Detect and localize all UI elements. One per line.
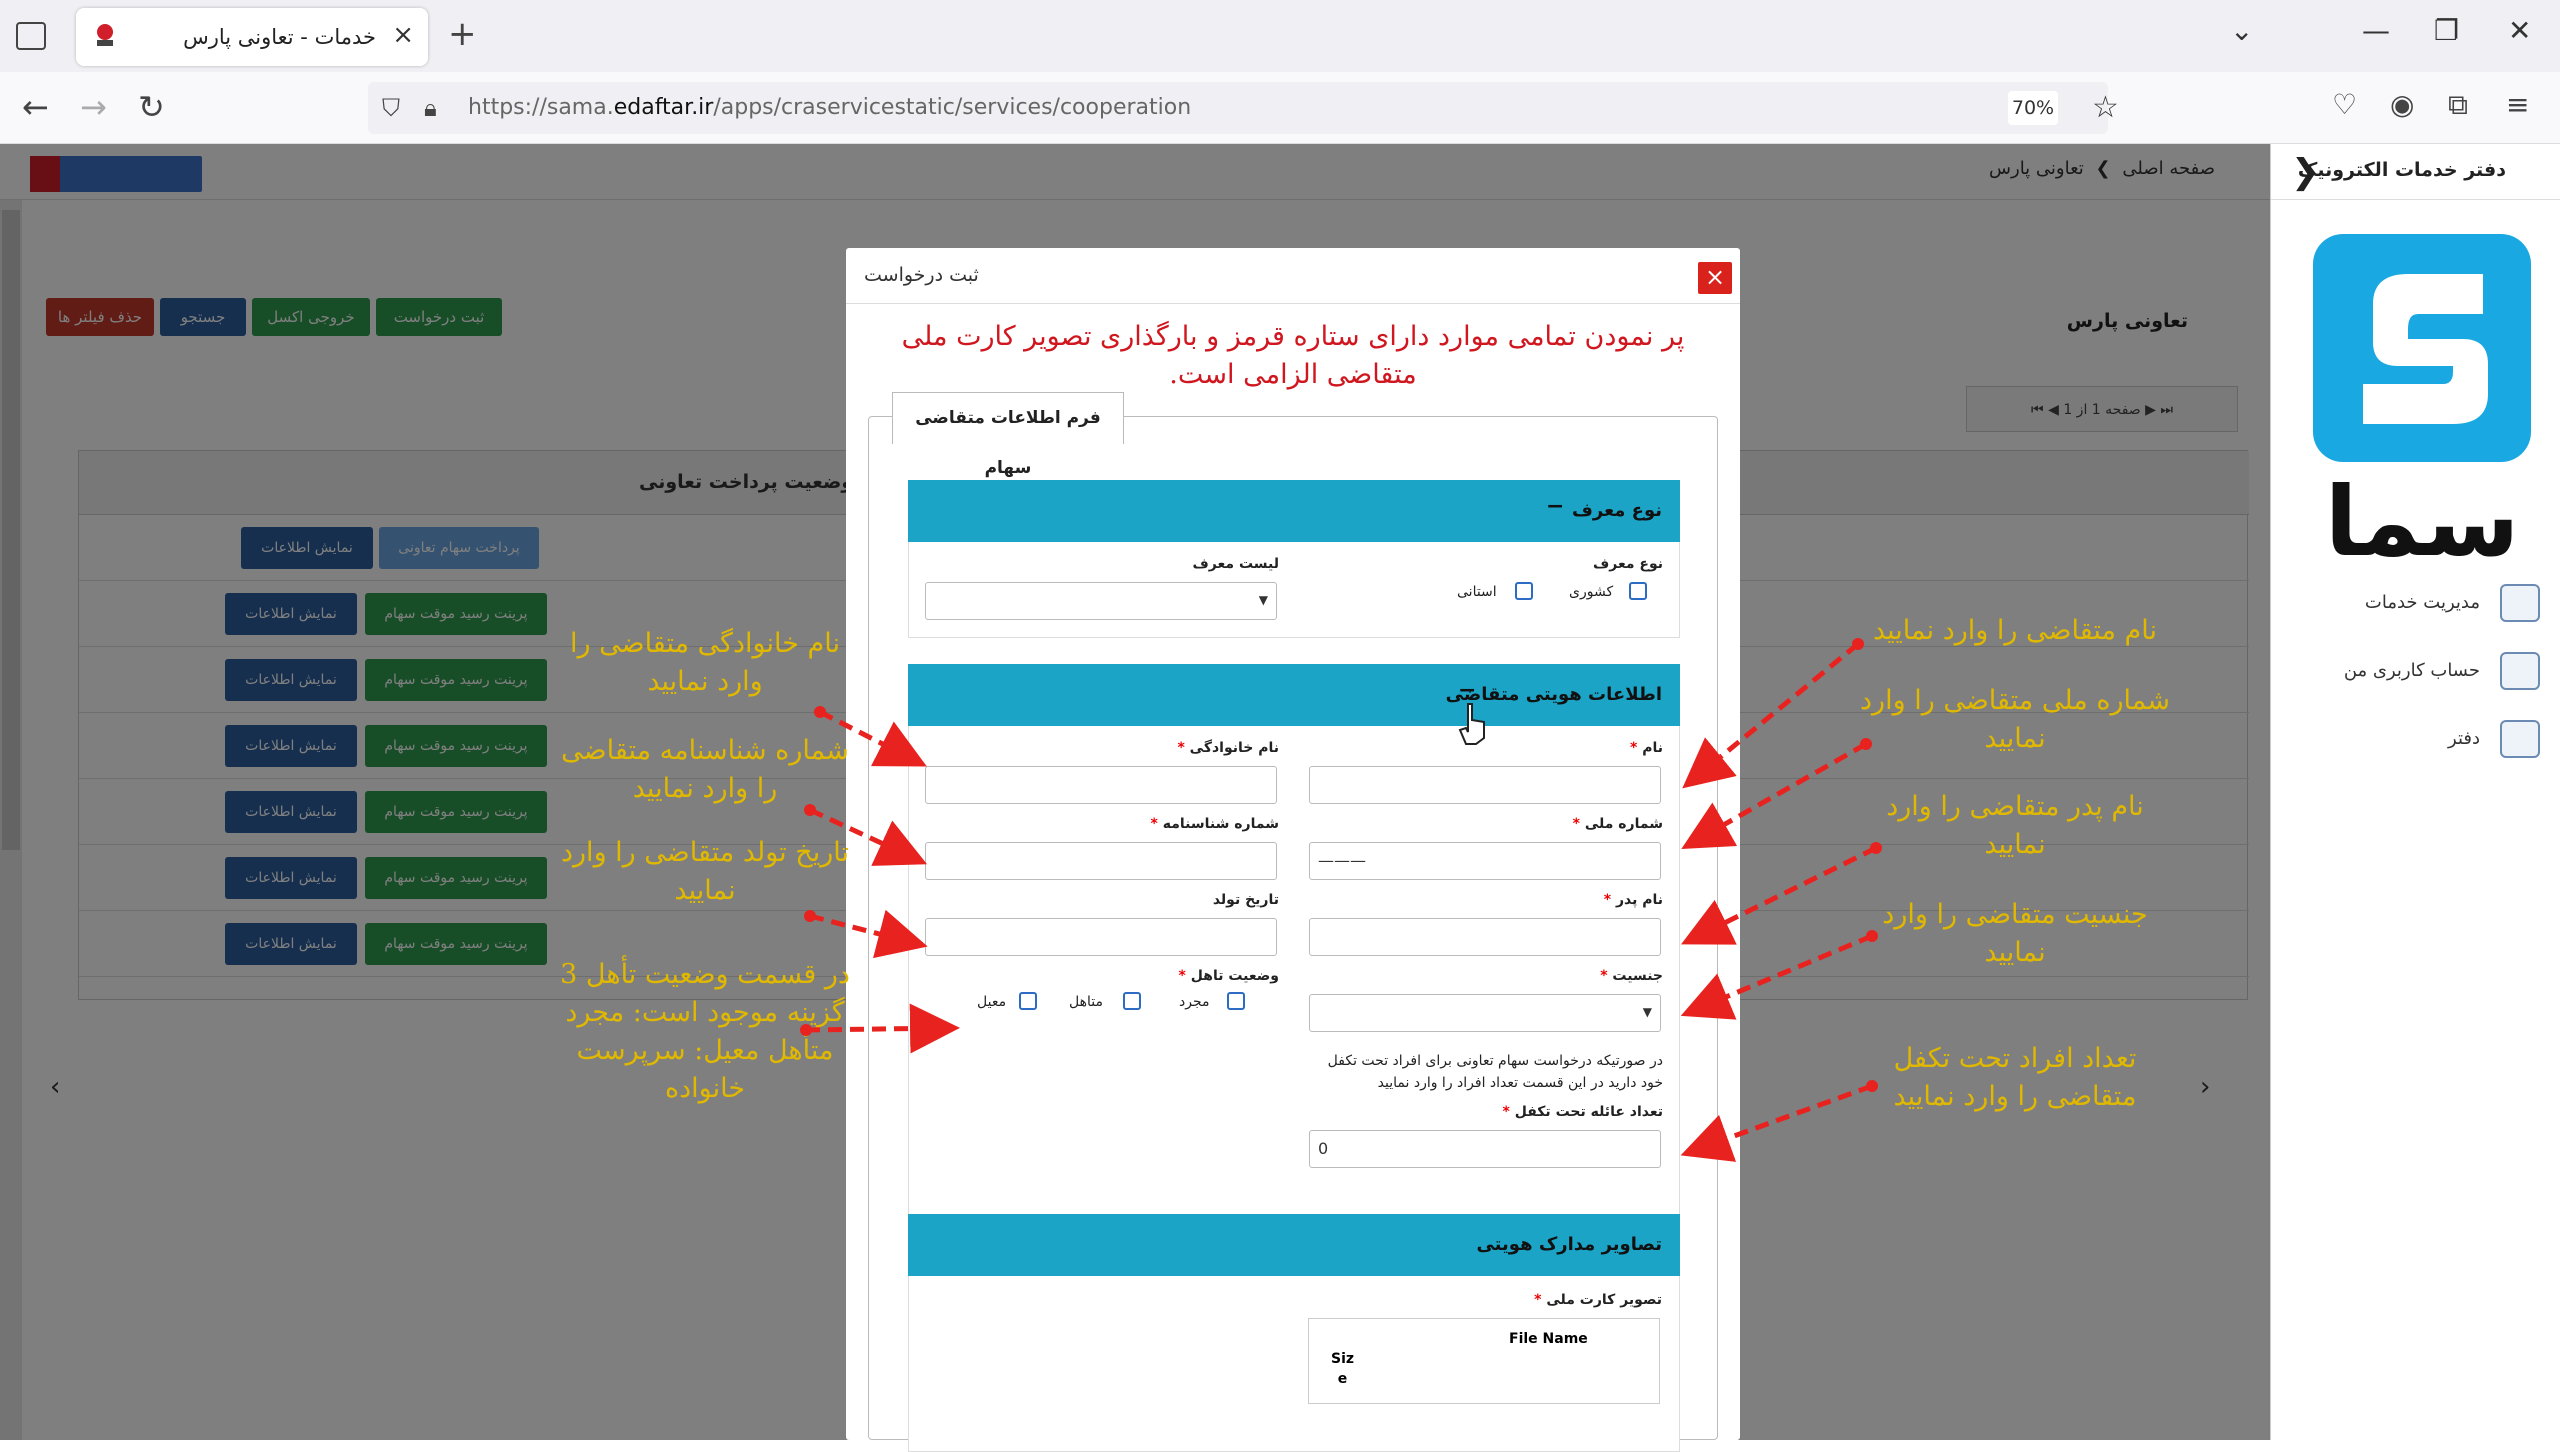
arrow-gender [1680,933,1873,1020]
arrow-dot-marital [800,1024,812,1036]
arrow-birth-cert [808,807,928,866]
arrow-dot-birth-date [804,910,816,922]
arrow-dot-dependents [1866,1080,1878,1092]
annotation-arrows [800,638,1882,1162]
arrow-birth-date [809,909,928,959]
arrow-last-name [818,709,927,767]
arrow-dot-first-name [1852,638,1864,650]
arrow-dot-father-name [1870,842,1882,854]
arrow-marital [805,1003,960,1054]
arrow-dot-last-name [814,706,826,718]
arrow-first-name [1682,642,1860,789]
arrow-dependents [1680,1083,1873,1162]
arrow-father-name [1681,845,1878,945]
arrow-dot-national-code [1860,738,1872,750]
arrow-dot-gender [1866,930,1878,942]
arrow-dot-birth-cert [804,804,816,816]
